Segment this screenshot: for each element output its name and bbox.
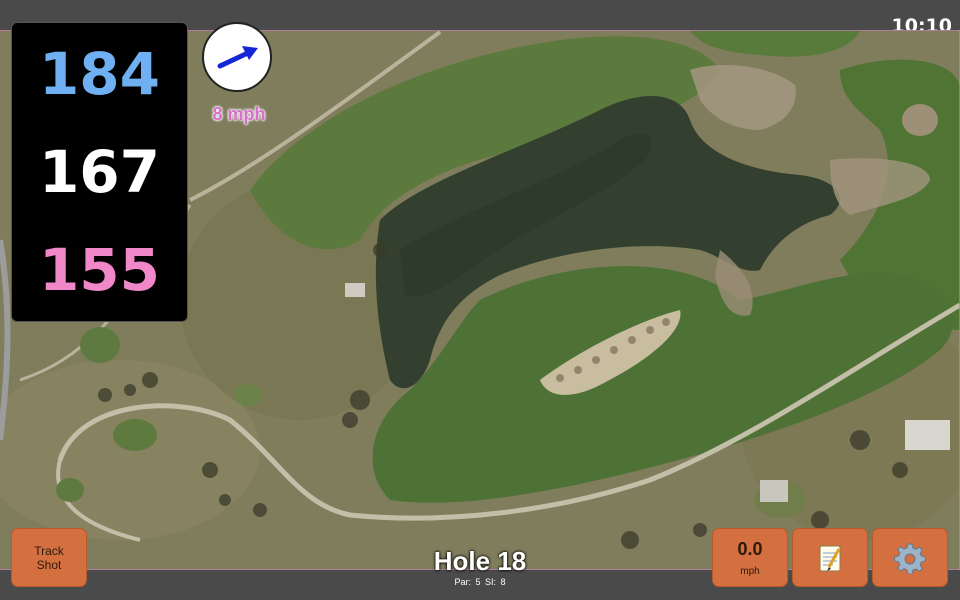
notes-button[interactable] (792, 528, 868, 587)
track-shot-label: Track Shot (34, 543, 64, 572)
middle-of-green-distance: 167 (38, 138, 161, 206)
wind-speed-button[interactable]: 0.0 mph (712, 528, 788, 587)
wind-speed-unit: mph (740, 566, 760, 577)
settings-button[interactable] (872, 528, 948, 587)
hole-title: Hole 18 (433, 546, 527, 576)
hole-info: Par: 5 SI: 8 (380, 577, 580, 587)
front-of-green-distance: 155 (38, 236, 161, 304)
wind-speed-label: 8 mph (212, 104, 266, 124)
wind-direction-indicator (202, 22, 272, 92)
par-label: Par: 5 (454, 577, 481, 587)
distance-panel: 184 167 155 (11, 22, 188, 322)
arrow-icon (217, 46, 258, 69)
wind-speed-value: 0.0 (737, 539, 763, 559)
notepad-icon (819, 545, 841, 571)
track-shot-button[interactable]: Track Shot (11, 528, 87, 587)
stroke-index-label: SI: 8 (485, 577, 506, 587)
gear-icon (894, 543, 926, 574)
back-of-green-distance: 184 (38, 40, 161, 108)
